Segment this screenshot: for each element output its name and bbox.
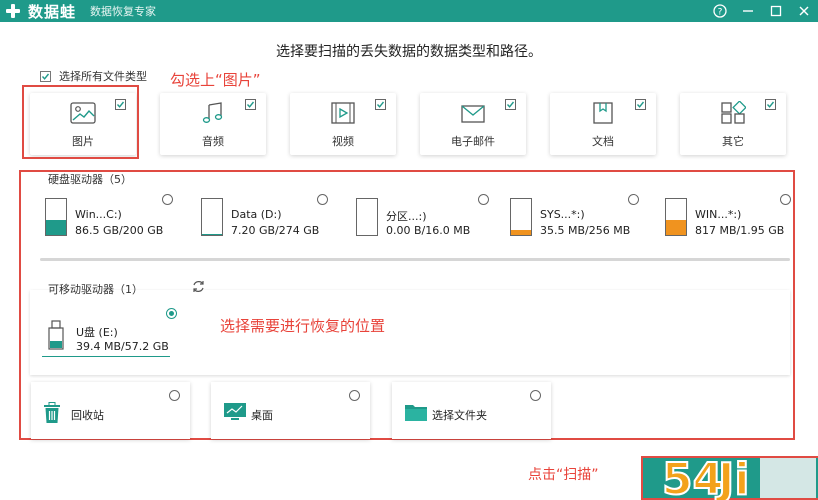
drive-name: Data (D:): [231, 208, 282, 221]
drive-usage-fill: [666, 219, 686, 235]
file-type-label: 音频: [202, 135, 224, 148]
other-icon: [720, 100, 747, 129]
watermark-logo: 54 Ji: [660, 452, 818, 500]
title-bar: 数据蛙 数据恢复专家 ?: [0, 0, 818, 22]
drive-radio[interactable]: [478, 194, 489, 205]
drive-radio[interactable]: [162, 194, 173, 205]
drives-scrollbar[interactable]: [40, 258, 790, 261]
drive-usage-fill: [46, 219, 66, 235]
drive-name: SYS...*:): [540, 208, 585, 221]
usb-drive-size: 39.4 MB/57.2 GB: [76, 340, 169, 353]
type-checkbox[interactable]: [635, 99, 646, 110]
type-checkbox[interactable]: [375, 99, 386, 110]
hard-drive-icon: [510, 198, 532, 236]
document-icon: [590, 101, 616, 129]
annotation-click-scan: 点击“扫描”: [528, 467, 599, 483]
location-label: 桌面: [251, 409, 273, 422]
app-brand: 数据蛙: [28, 2, 77, 21]
svg-text:54: 54: [662, 454, 723, 500]
file-type-audio[interactable]: 音频: [160, 93, 266, 155]
drive-radio[interactable]: [628, 194, 639, 205]
file-type-label: 视频: [332, 135, 354, 148]
refresh-icon[interactable]: [191, 279, 206, 298]
hard-drive-icon: [665, 198, 687, 236]
usb-drive-name: U盘 (E:): [76, 326, 118, 339]
music-icon: [200, 101, 226, 129]
file-type-email[interactable]: 电子邮件: [420, 93, 526, 155]
annotation-pick-image: 勾选上“图片”: [170, 71, 261, 89]
drive-radio[interactable]: [780, 194, 791, 205]
usb-radio-selected[interactable]: [166, 308, 177, 319]
removable-drives-label: 可移动驱动器（1）: [48, 283, 143, 296]
location-select-folder[interactable]: 选择文件夹: [392, 382, 551, 439]
file-type-list: 图片 音频 视频 电子邮件 文档 其它: [30, 93, 786, 155]
drive-size: 86.5 GB/200 GB: [75, 224, 164, 237]
maximize-icon[interactable]: [762, 0, 790, 22]
drive-size: 0.00 B/16.0 MB: [386, 224, 471, 237]
check-icon: [40, 70, 51, 82]
app-logo: 数据蛙: [4, 1, 76, 22]
page-heading: 选择要扫描的丢失数据的数据类型和路径。: [276, 44, 542, 60]
mail-icon: [460, 101, 486, 129]
location-radio[interactable]: [530, 390, 541, 401]
drive-name: 分区...:): [386, 210, 427, 223]
file-type-label: 电子邮件: [451, 135, 495, 148]
drive-usage-fill: [202, 233, 222, 235]
hard-drives-label: 硬盘驱动器（5）: [48, 173, 132, 186]
svg-text:?: ?: [718, 8, 723, 18]
usb-icon: [48, 320, 64, 354]
hard-drive-icon: [356, 198, 378, 236]
file-type-label: 文档: [592, 135, 614, 148]
desktop-icon: [223, 402, 247, 426]
file-type-video[interactable]: 视频: [290, 93, 396, 155]
location-label: 回收站: [71, 409, 104, 422]
minimize-icon[interactable]: [734, 0, 762, 22]
location-radio[interactable]: [349, 390, 360, 401]
svg-text:Ji: Ji: [715, 454, 749, 500]
file-type-other[interactable]: 其它: [680, 93, 786, 155]
location-label: 选择文件夹: [432, 409, 487, 422]
annotation-pick-location: 选择需要进行恢复的位置: [220, 317, 386, 335]
file-type-label: 其它: [722, 135, 744, 148]
drive-radio[interactable]: [317, 194, 328, 205]
drive-size: 817 MB/1.95 GB: [695, 224, 785, 237]
annotation-highlight-image: [22, 85, 139, 159]
drive-name: WIN...*:): [695, 208, 742, 221]
drive-name: Win...C:): [75, 208, 122, 221]
type-checkbox[interactable]: [505, 99, 516, 110]
removable-drives-panel: [30, 290, 790, 375]
location-radio[interactable]: [169, 390, 180, 401]
video-icon: [330, 101, 356, 129]
file-type-document[interactable]: 文档: [550, 93, 656, 155]
hard-drive-icon: [45, 198, 67, 236]
select-all-label: 选择所有文件类型: [59, 70, 147, 83]
drive-size: 35.5 MB/256 MB: [540, 224, 631, 237]
help-icon[interactable]: ?: [706, 0, 734, 22]
selected-underline: [42, 356, 170, 357]
plus-icon: [4, 2, 22, 20]
hard-drive-icon: [201, 198, 223, 236]
trash-icon: [43, 402, 61, 428]
drive-size: 7.20 GB/274 GB: [231, 224, 320, 237]
location-recycle-bin[interactable]: 回收站: [31, 382, 190, 439]
select-all-checkbox[interactable]: 选择所有文件类型: [40, 68, 147, 84]
close-icon[interactable]: [790, 0, 818, 22]
folder-icon: [404, 402, 428, 426]
app-subtitle: 数据恢复专家: [90, 5, 157, 18]
location-desktop[interactable]: 桌面: [211, 382, 370, 439]
type-checkbox[interactable]: [765, 99, 776, 110]
drive-usage-fill: [511, 229, 531, 235]
type-checkbox[interactable]: [245, 99, 256, 110]
